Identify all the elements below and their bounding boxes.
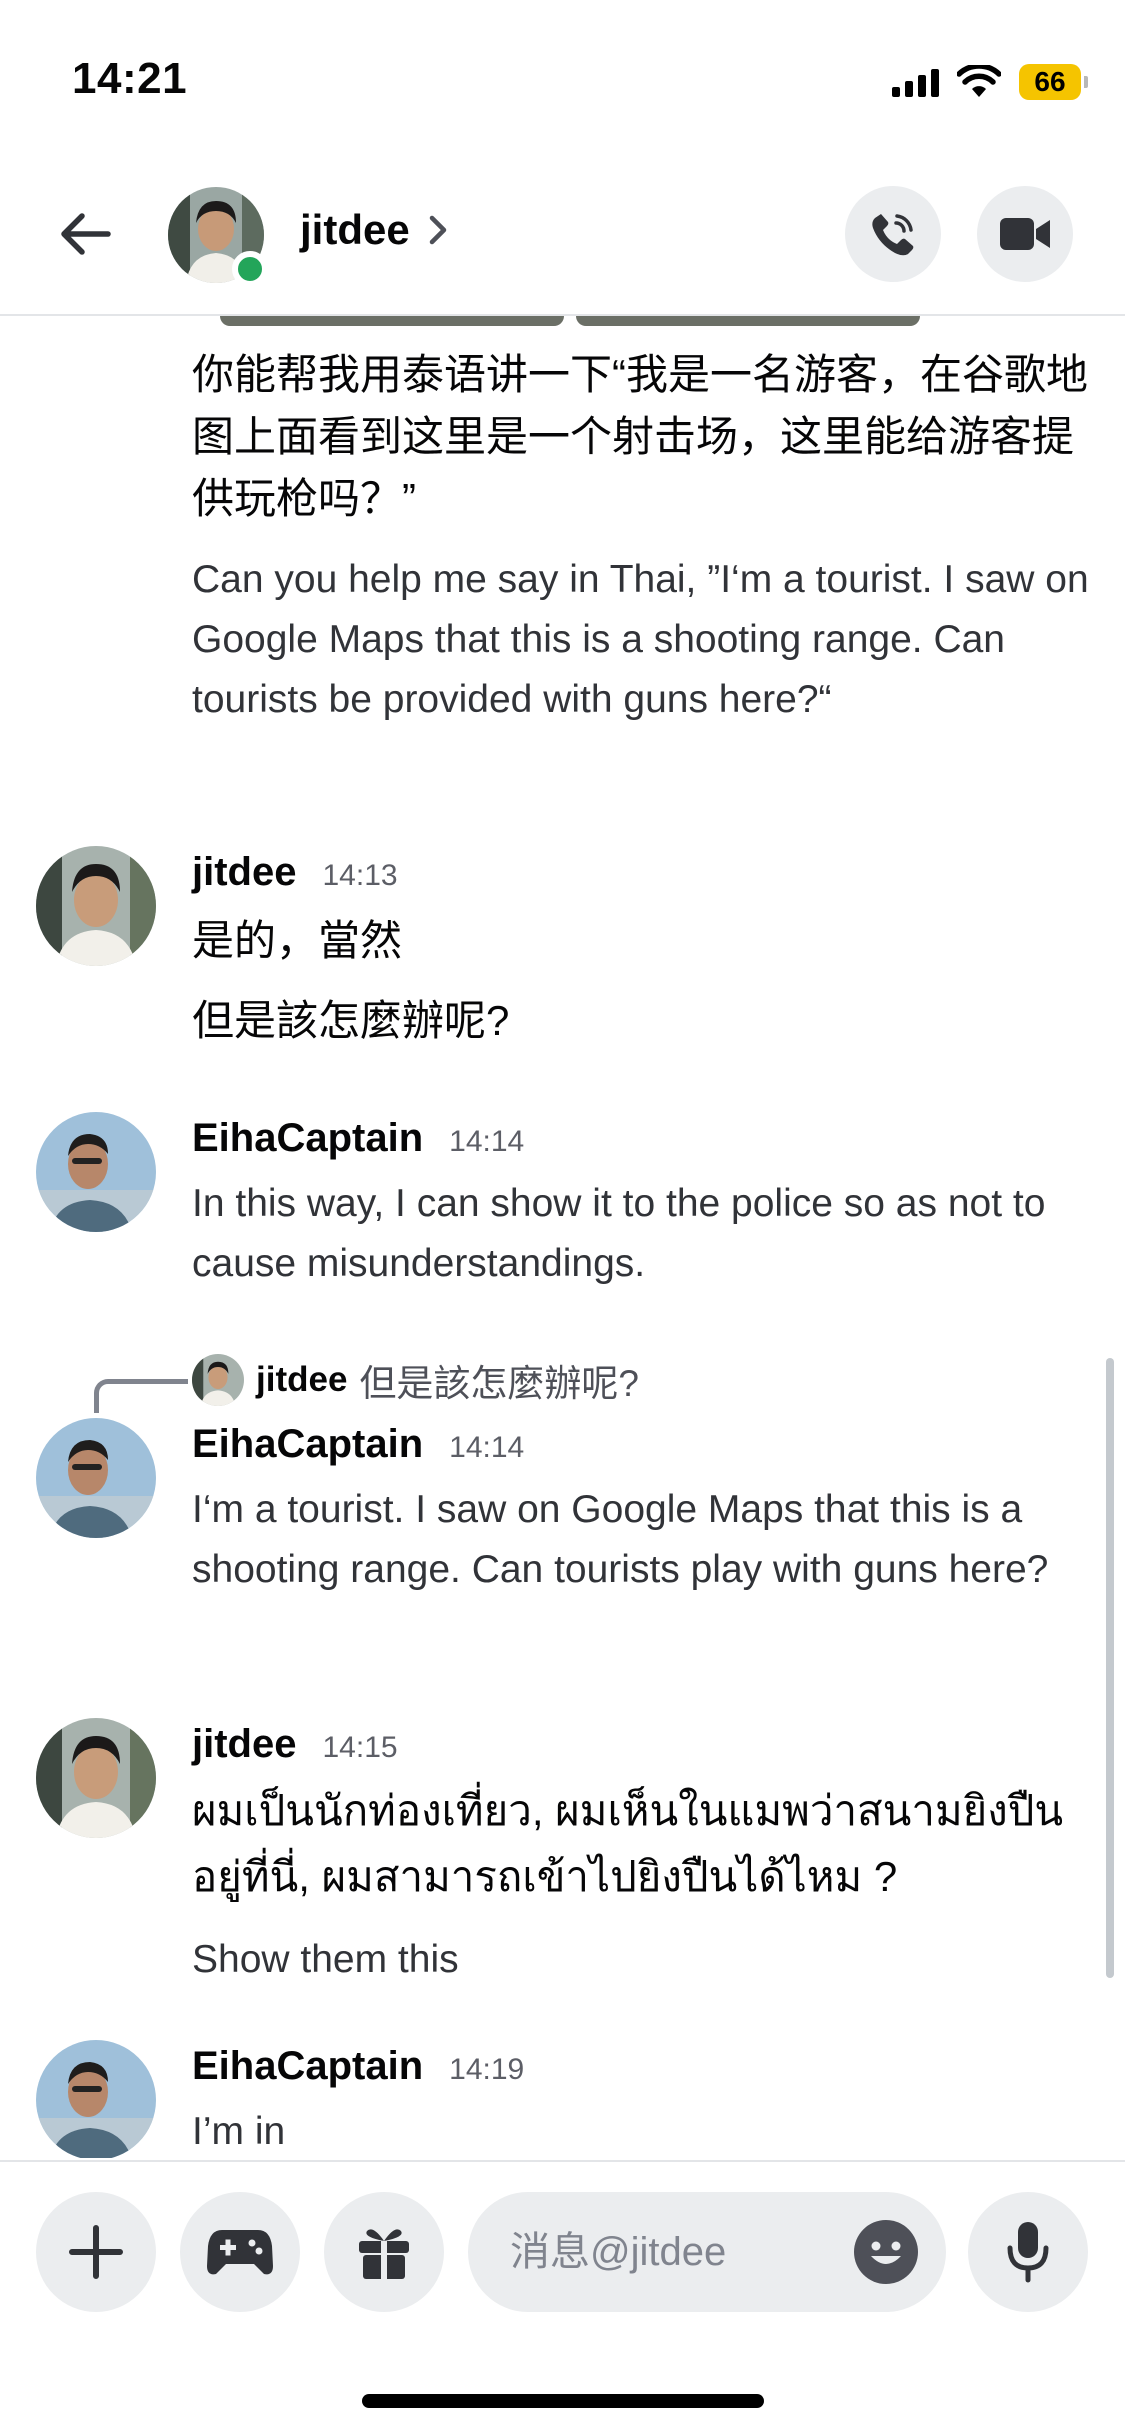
online-status-dot	[232, 251, 268, 287]
back-button[interactable]	[52, 202, 116, 266]
cellular-signal-icon	[892, 67, 939, 97]
avatar-eihacaptain[interactable]	[36, 2040, 156, 2158]
back-arrow-icon	[61, 213, 111, 255]
message-text: 但是該怎麼辦呢?	[192, 997, 510, 1044]
scrollbar[interactable]	[1106, 1358, 1114, 1978]
reply-text: 但是該怎麼辦呢?	[359, 1363, 639, 1404]
emoji-button[interactable]	[854, 2220, 918, 2284]
avatar-jitdee[interactable]	[36, 846, 156, 966]
gift-button[interactable]	[324, 2192, 444, 2312]
attach-button[interactable]	[36, 2192, 156, 2312]
voice-message-button[interactable]	[968, 2192, 1088, 2312]
message-input[interactable]	[510, 2192, 830, 2312]
timestamp: 14:14	[449, 1125, 525, 1158]
emoji-icon	[871, 2241, 901, 2264]
message-header: jitdee 14:15	[192, 1722, 398, 1767]
battery-level: 66	[1034, 66, 1066, 97]
header-avatar[interactable]	[168, 187, 268, 287]
message-text: Can you help me say in Thai, ”I‘m a tour…	[192, 558, 1089, 721]
timestamp: 14:15	[322, 1731, 398, 1764]
reply-author: jitdee	[256, 1360, 348, 1399]
message-header: EihaCaptain 14:14	[192, 1422, 524, 1467]
message-text: 是的，當然	[192, 917, 403, 964]
timestamp: 14:13	[322, 859, 398, 892]
voice-call-button[interactable]	[845, 186, 941, 282]
gamepad-icon	[207, 2230, 273, 2275]
video-camera-icon	[1000, 218, 1050, 250]
avatar-eihacaptain[interactable]	[36, 1112, 156, 1232]
microphone-icon	[1007, 2222, 1049, 2283]
reply-connector	[94, 1379, 188, 1413]
status-indicators: 66	[892, 60, 1088, 104]
chat-header: jitdee	[0, 150, 1125, 316]
header-name-text: jitdee	[300, 206, 410, 253]
author-name[interactable]: EihaCaptain	[192, 1422, 423, 1467]
message-header: EihaCaptain 14:19	[192, 2044, 524, 2089]
timestamp: 14:14	[449, 1431, 525, 1464]
message-text: 你能帮我用泰语讲一下“我是一名游客，在谷歌地图上面看到这里是一个射击场，这里能给…	[192, 351, 1088, 522]
activities-button[interactable]	[180, 2192, 300, 2312]
author-name[interactable]: EihaCaptain	[192, 2044, 423, 2089]
phone-call-icon	[872, 214, 914, 256]
message-text: Show them this	[192, 1938, 459, 1981]
message-text: I’m in	[192, 2110, 286, 2153]
gift-icon	[359, 2229, 409, 2279]
author-name[interactable]: EihaCaptain	[192, 1116, 423, 1161]
wifi-icon	[957, 65, 1001, 97]
message-text: ผมเป็นนักท่องเที่ยว, ผมเห็นในแมพว่าสนามย…	[192, 1787, 1064, 1900]
message-header: jitdee 14:13	[192, 850, 398, 895]
message-input-container[interactable]	[468, 2192, 946, 2312]
message-header: EihaCaptain 14:14	[192, 1116, 524, 1161]
avatar-jitdee[interactable]	[36, 1718, 156, 1838]
message-text: In this way, I can show it to the police…	[192, 1182, 1046, 1285]
author-name[interactable]: jitdee	[192, 1722, 296, 1767]
status-time: 14:21	[72, 54, 188, 103]
battery-icon: 66	[1019, 64, 1088, 100]
plus-icon	[69, 2225, 123, 2279]
header-username[interactable]: jitdee	[300, 206, 448, 254]
reply-reference[interactable]: jitdee 但是該怎麼辦呢?	[192, 1353, 639, 1407]
message-text: I‘m a tourist. I saw on Google Maps that…	[192, 1488, 1049, 1591]
timestamp: 14:19	[449, 2053, 525, 2086]
home-indicator	[362, 2394, 764, 2408]
reply-avatar	[192, 1354, 244, 1406]
chevron-right-icon	[429, 215, 446, 245]
status-bar: 14:21 66	[0, 0, 1125, 150]
video-call-button[interactable]	[977, 186, 1073, 282]
author-name[interactable]: jitdee	[192, 850, 296, 895]
avatar-eihacaptain[interactable]	[36, 1418, 156, 1538]
message-list[interactable]: 你能帮我用泰语讲一下“我是一名游客，在谷歌地图上面看到这里是一个射击场，这里能给…	[0, 318, 1125, 2158]
